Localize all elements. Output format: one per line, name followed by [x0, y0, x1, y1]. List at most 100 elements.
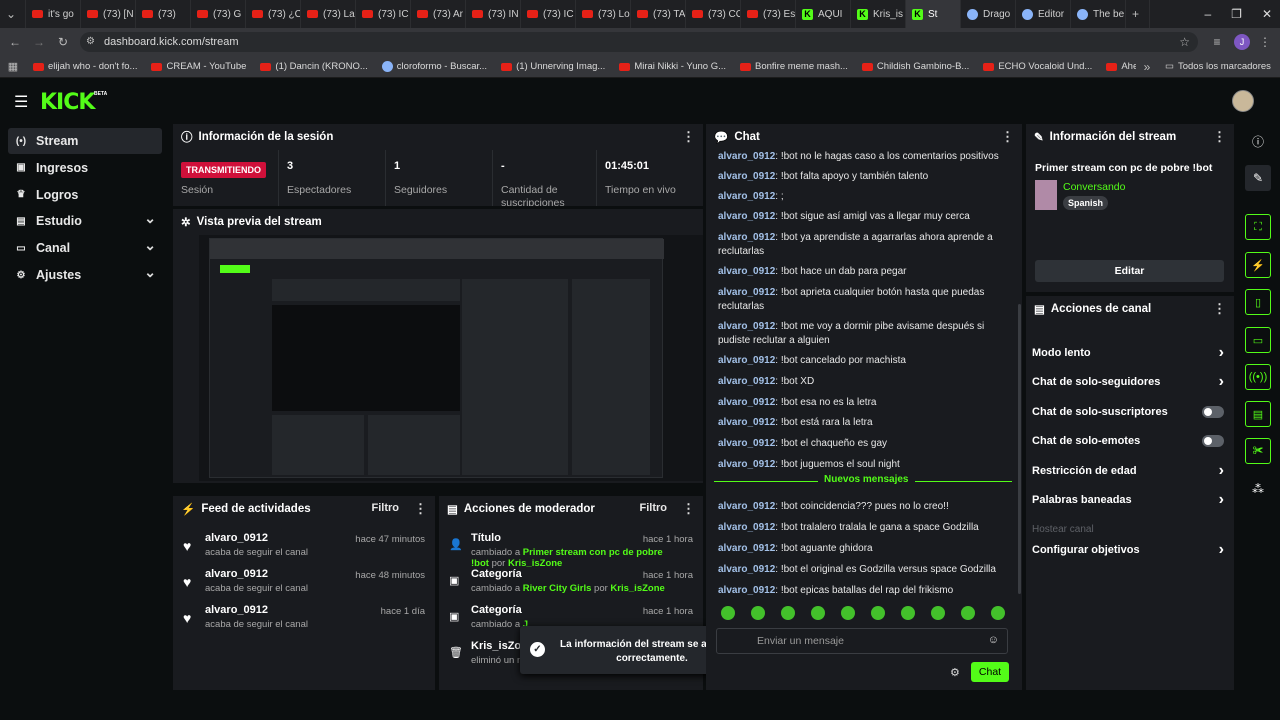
chat-username[interactable]: alvaro_0912	[718, 501, 775, 512]
browser-tab[interactable]: K Kris_is	[851, 0, 906, 28]
bookmark-item[interactable]: elijah who - don't fo...	[26, 61, 144, 72]
site-info-icon[interactable]: ⚙	[86, 32, 95, 52]
browser-tab[interactable]: (73) IC	[521, 0, 576, 28]
chat-username[interactable]: alvaro_0912	[718, 543, 775, 554]
chat-username[interactable]: alvaro_0912	[718, 459, 775, 470]
fullscreen-icon[interactable]: ⛶	[1245, 214, 1271, 240]
toggle-switch[interactable]	[1202, 435, 1224, 447]
browser-tab[interactable]: (73) La	[301, 0, 356, 28]
chat-username[interactable]: alvaro_0912	[718, 321, 775, 332]
bookmark-item[interactable]: cloroformo - Buscar...	[375, 61, 494, 72]
activity-filter-button[interactable]: Filtro	[372, 502, 400, 514]
back-icon[interactable]: ←	[6, 32, 24, 52]
browser-tab[interactable]: (73) IN	[466, 0, 521, 28]
document-icon[interactable]: ▯	[1245, 289, 1271, 315]
browser-tab[interactable]: (73) ¿C	[246, 0, 301, 28]
channel-actions-menu-icon[interactable]: ⋮	[1213, 301, 1226, 317]
bookmark-item[interactable]: Ahegao Meme - Yo...	[1099, 61, 1136, 72]
edit-button[interactable]: Editar	[1035, 260, 1224, 282]
activity-menu-icon[interactable]: ⋮	[414, 501, 427, 517]
reload-icon[interactable]: ↻	[54, 32, 72, 52]
minimize-icon[interactable]: –	[1204, 0, 1211, 28]
broadcast-tool-icon[interactable]: ((•))	[1245, 364, 1271, 390]
bookmark-item[interactable]: (1) Dancin (KRONO...	[253, 61, 374, 72]
chat-username[interactable]: alvaro_0912	[718, 376, 775, 387]
chat-username[interactable]: alvaro_0912	[718, 191, 775, 202]
chat-username[interactable]: alvaro_0912	[718, 438, 775, 449]
channel-action-4[interactable]: Restricción de edad ›	[1032, 462, 1224, 480]
session-menu-icon[interactable]: ⋮	[682, 129, 695, 145]
chat-username[interactable]: alvaro_0912	[718, 585, 775, 596]
bookmark-item[interactable]: CREAM - YouTube	[144, 61, 253, 72]
chat-username[interactable]: alvaro_0912	[718, 211, 775, 222]
browser-tab[interactable]: it's go	[26, 0, 81, 28]
mod-menu-icon[interactable]: ⋮	[682, 501, 695, 517]
emote-icon[interactable]	[811, 606, 825, 620]
chat-username[interactable]: alvaro_0912	[718, 522, 775, 533]
kick-logo[interactable]: KICK	[40, 90, 95, 115]
browser-tab[interactable]: K St	[906, 0, 961, 28]
chat-username[interactable]: alvaro_0912	[718, 397, 775, 408]
chat-tool-icon[interactable]: ▭	[1245, 327, 1271, 353]
sidebar-item-ajustes[interactable]: ⚙ Ajustes ⌄	[8, 262, 162, 288]
close-icon[interactable]: ✕	[1262, 0, 1272, 28]
wrench-icon[interactable]: ✀	[1245, 438, 1271, 464]
sidebar-item-logros[interactable]: ♛ Logros	[8, 182, 162, 208]
stream-preview-video[interactable]	[199, 235, 703, 481]
browser-tab[interactable]: (73) Lo	[576, 0, 631, 28]
edit-pencil-icon[interactable]: ✎	[1245, 165, 1271, 191]
channel-action-3[interactable]: Chat de solo-emotes	[1032, 432, 1224, 450]
browser-tab[interactable]: (73) TA	[631, 0, 686, 28]
activity-user[interactable]: alvaro_0912	[205, 604, 268, 616]
toggle-switch[interactable]	[1202, 406, 1224, 418]
browser-tab[interactable]: (73)	[136, 0, 191, 28]
media-icon[interactable]: ≡	[1208, 32, 1226, 52]
emote-icon[interactable]	[991, 606, 1005, 620]
chat-menu-icon[interactable]: ⋮	[1001, 129, 1014, 145]
browser-tab[interactable]: (73) G	[191, 0, 246, 28]
channel-action-7[interactable]: Configurar objetivos ›	[1032, 541, 1224, 559]
all-bookmarks-folder[interactable]: ▭ Todos los marcadores	[1158, 61, 1278, 72]
chat-username[interactable]: alvaro_0912	[718, 355, 775, 366]
sidebar-item-ingresos[interactable]: ▣ Ingresos	[8, 155, 162, 181]
channel-action-0[interactable]: Modo lento ›	[1032, 344, 1224, 362]
chat-username[interactable]: alvaro_0912	[718, 266, 775, 277]
new-tab-button[interactable]: +	[1126, 0, 1150, 28]
tab-search-button[interactable]: ⌄	[0, 0, 26, 28]
emote-icon[interactable]	[781, 606, 795, 620]
chat-username[interactable]: alvaro_0912	[718, 171, 775, 182]
profile-avatar[interactable]: J	[1234, 34, 1250, 50]
info-circle-icon[interactable]: ⓘ	[1245, 128, 1271, 154]
activity-user[interactable]: alvaro_0912	[205, 568, 268, 580]
new-messages-divider[interactable]: Nuevos mensajes	[714, 474, 1012, 488]
chat-input[interactable]: Enviar un mensaje ☺	[716, 628, 1008, 654]
emoji-icon[interactable]: ☺	[988, 634, 999, 646]
browser-tab[interactable]: (73) Es	[741, 0, 796, 28]
user-avatar[interactable]	[1232, 90, 1254, 112]
list-tool-icon[interactable]: ▤	[1245, 401, 1271, 427]
browser-tab[interactable]: The be	[1071, 0, 1126, 28]
apps-grid-icon[interactable]: ▦	[0, 57, 26, 77]
bookmark-item[interactable]: Childish Gambino-B...	[855, 61, 976, 72]
emote-icon[interactable]	[901, 606, 915, 620]
browser-tab[interactable]: (73) CO	[686, 0, 741, 28]
channel-action-5[interactable]: Palabras baneadas ›	[1032, 491, 1224, 509]
chat-send-button[interactable]: Chat	[971, 662, 1009, 682]
chat-scrollbar[interactable]	[1018, 304, 1021, 594]
mod-desc-user[interactable]: Kris_isZone	[610, 583, 664, 594]
activity-user[interactable]: alvaro_0912	[205, 532, 268, 544]
browser-tab[interactable]: K AQUI	[796, 0, 851, 28]
browser-tab[interactable]: (73) Ar	[411, 0, 466, 28]
browser-tab[interactable]: (73) IC	[356, 0, 411, 28]
channel-action-1[interactable]: Chat de solo-seguidores ›	[1032, 373, 1224, 391]
bookmark-item[interactable]: (1) Unnerving Imag...	[494, 61, 612, 72]
chat-username[interactable]: alvaro_0912	[718, 287, 775, 298]
browser-tab[interactable]: (73) [N	[81, 0, 136, 28]
chat-username[interactable]: alvaro_0912	[718, 564, 775, 575]
more-bookmarks-icon[interactable]: »	[1136, 57, 1158, 77]
chat-username[interactable]: alvaro_0912	[718, 232, 775, 243]
lightning-tool-icon[interactable]: ⚡	[1245, 252, 1271, 278]
sidebar-item-estudio[interactable]: ▤ Estudio ⌄	[8, 208, 162, 234]
emote-icon[interactable]	[961, 606, 975, 620]
emote-icon[interactable]	[931, 606, 945, 620]
